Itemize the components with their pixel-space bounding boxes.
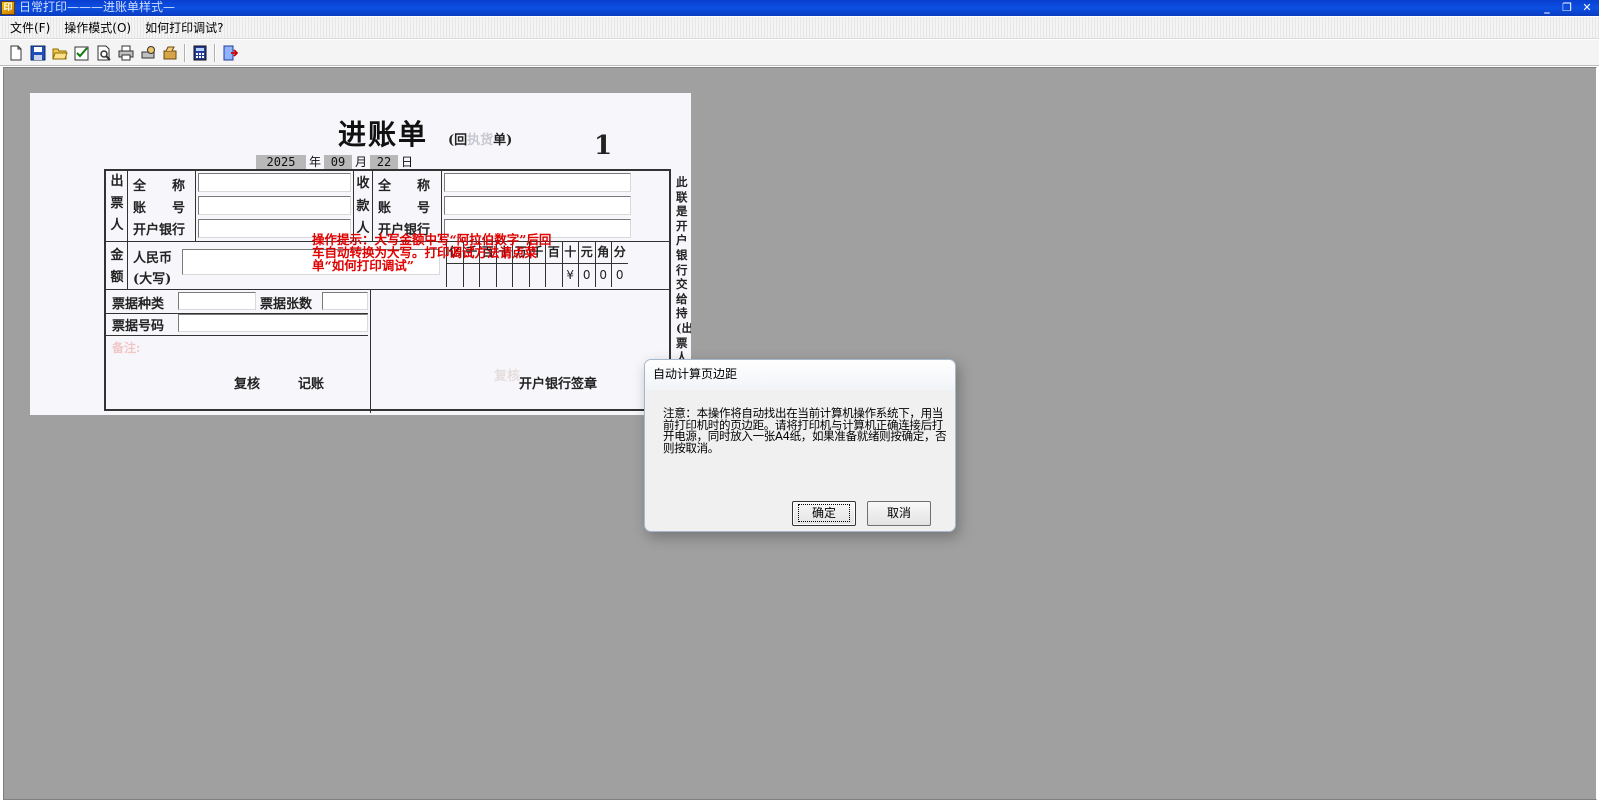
dialog-message: 注意：本操作将自动找出在当前计算机操作系统下，用当前打印机时的页边距。请将打印机… xyxy=(663,406,947,455)
menu-bar: 文件(F) 操作模式(O) 如何打印调试? xyxy=(0,17,1599,39)
digit-header: 分 xyxy=(612,241,628,264)
payer-vlabel-1: 出 xyxy=(110,174,124,189)
bill-type-field[interactable] xyxy=(178,292,256,310)
payer-account-label: 账 号 xyxy=(133,201,186,216)
payer-bank-label: 开户银行 xyxy=(133,223,186,238)
window-controls: _ ❐ ✕ xyxy=(1537,0,1597,16)
amount-vlabel-1: 金 xyxy=(110,248,124,263)
digit-col: 十 ¥ xyxy=(561,241,579,287)
new-icon[interactable] xyxy=(5,42,27,64)
ok-button[interactable]: 确定 xyxy=(792,501,856,526)
year-field[interactable]: 2025 xyxy=(256,154,306,169)
dialog-title: 自动计算页边距 xyxy=(645,360,955,390)
bank-seal-label: 开户银行签章 xyxy=(519,377,598,392)
subtitle-close: 单) xyxy=(493,133,513,148)
year-label: 年 xyxy=(309,155,322,169)
review-label: 复核 xyxy=(234,377,261,392)
operation-hint: 操作提示：大写金额中写“阿拉伯数字”后回车自动转换为大写。打印调试方法请点菜单“… xyxy=(312,232,552,273)
subtitle-open: (回 xyxy=(448,133,468,148)
ok-button-label: 确定 xyxy=(797,504,851,522)
payee-vlabel-1: 收 xyxy=(356,176,370,191)
payee-account-field[interactable] xyxy=(444,196,631,215)
digit-value[interactable]: 0 xyxy=(612,264,628,287)
month-label: 月 xyxy=(355,155,368,169)
digit-col: 分0 xyxy=(611,241,628,287)
digit-value[interactable]: ¥ xyxy=(563,264,579,287)
toolbar xyxy=(0,40,1599,66)
cancel-button[interactable]: 取消 xyxy=(867,501,931,526)
payer-name-label: 全 称 xyxy=(133,179,186,194)
payee-name-field[interactable] xyxy=(444,173,631,192)
title-bar: 印 日常打印———进账单样式— _ ❐ ✕ xyxy=(0,0,1599,16)
toolbar-separator xyxy=(184,43,186,62)
exit-icon[interactable] xyxy=(219,42,241,64)
payer-name-field[interactable] xyxy=(198,173,351,192)
digit-header: 十 xyxy=(562,241,578,264)
bookkeep-label: 记账 xyxy=(298,377,325,392)
bill-number-field[interactable] xyxy=(178,314,368,332)
digit-value[interactable]: 0 xyxy=(596,264,612,287)
auto-margin-dialog: 自动计算页边距 注意：本操作将自动找出在当前计算机操作系统下，用当前打印机时的页… xyxy=(644,359,956,532)
menu-operation-mode[interactable]: 操作模式(O) xyxy=(57,18,138,38)
check-icon[interactable] xyxy=(71,42,93,64)
doc-title: 进账单 xyxy=(338,118,429,151)
payer-vlabel-3: 人 xyxy=(110,218,124,233)
remark-label: 备注: xyxy=(112,341,141,355)
day-field[interactable]: 22 xyxy=(370,154,399,169)
payee-account-label: 账 号 xyxy=(378,201,431,216)
bill-count-label: 票据张数 xyxy=(260,297,313,312)
amount-vlabel-2: 额 xyxy=(110,270,124,285)
date-row: 2025 年 09 月 22 日 xyxy=(256,153,416,170)
doc-subtitle: (回执货单) xyxy=(448,129,512,148)
restore-icon[interactable]: ❐ xyxy=(1557,0,1577,16)
close-icon[interactable]: ✕ xyxy=(1577,0,1597,16)
preview-icon[interactable] xyxy=(93,42,115,64)
print-icon[interactable] xyxy=(115,42,137,64)
payee-vlabel-2: 款 xyxy=(356,199,370,214)
payer-vlabel-2: 票 xyxy=(110,196,124,211)
bill-form: 出 票 人 全 称 账 号 开户银行 收 款 人 全 称 账 号 开户银行 金 … xyxy=(104,169,671,413)
calculator-icon[interactable] xyxy=(189,42,211,64)
payee-name-label: 全 称 xyxy=(378,179,431,194)
digit-header: 元 xyxy=(579,241,595,264)
window-title: 日常打印———进账单样式— xyxy=(19,0,176,14)
batch-icon[interactable] xyxy=(159,42,181,64)
bill-type-label: 票据种类 xyxy=(112,297,165,312)
digit-col: 角0 xyxy=(594,241,612,287)
menu-file[interactable]: 文件(F) xyxy=(3,18,57,38)
minimize-icon[interactable]: _ xyxy=(1537,0,1557,16)
digit-header: 角 xyxy=(595,241,611,264)
app-icon[interactable]: 印 xyxy=(1,1,15,15)
subtitle-faint: 执货 xyxy=(467,133,494,148)
digit-col: 元0 xyxy=(578,241,595,287)
doc-number: 1 xyxy=(594,131,613,161)
print-setup-icon[interactable] xyxy=(137,42,159,64)
open-icon[interactable] xyxy=(49,42,71,64)
toolbar-separator xyxy=(214,43,216,62)
month-field[interactable]: 09 xyxy=(324,154,353,169)
bill-count-field[interactable] xyxy=(322,292,368,310)
faint-review: 复核 xyxy=(494,369,521,384)
bill-number-label: 票据号码 xyxy=(112,319,165,334)
day-label: 日 xyxy=(401,155,414,169)
menu-print-debug-help[interactable]: 如何打印调试? xyxy=(138,18,230,38)
save-icon[interactable] xyxy=(27,42,49,64)
digit-value[interactable]: 0 xyxy=(579,264,595,287)
payer-account-field[interactable] xyxy=(198,196,351,215)
bill-preview: 进账单 (回执货单) 1 2025 年 09 月 22 日 出 票 人 全 称 … xyxy=(30,93,691,415)
caps-label: (大写) xyxy=(133,272,172,287)
rmb-label: 人民币 xyxy=(133,251,173,266)
